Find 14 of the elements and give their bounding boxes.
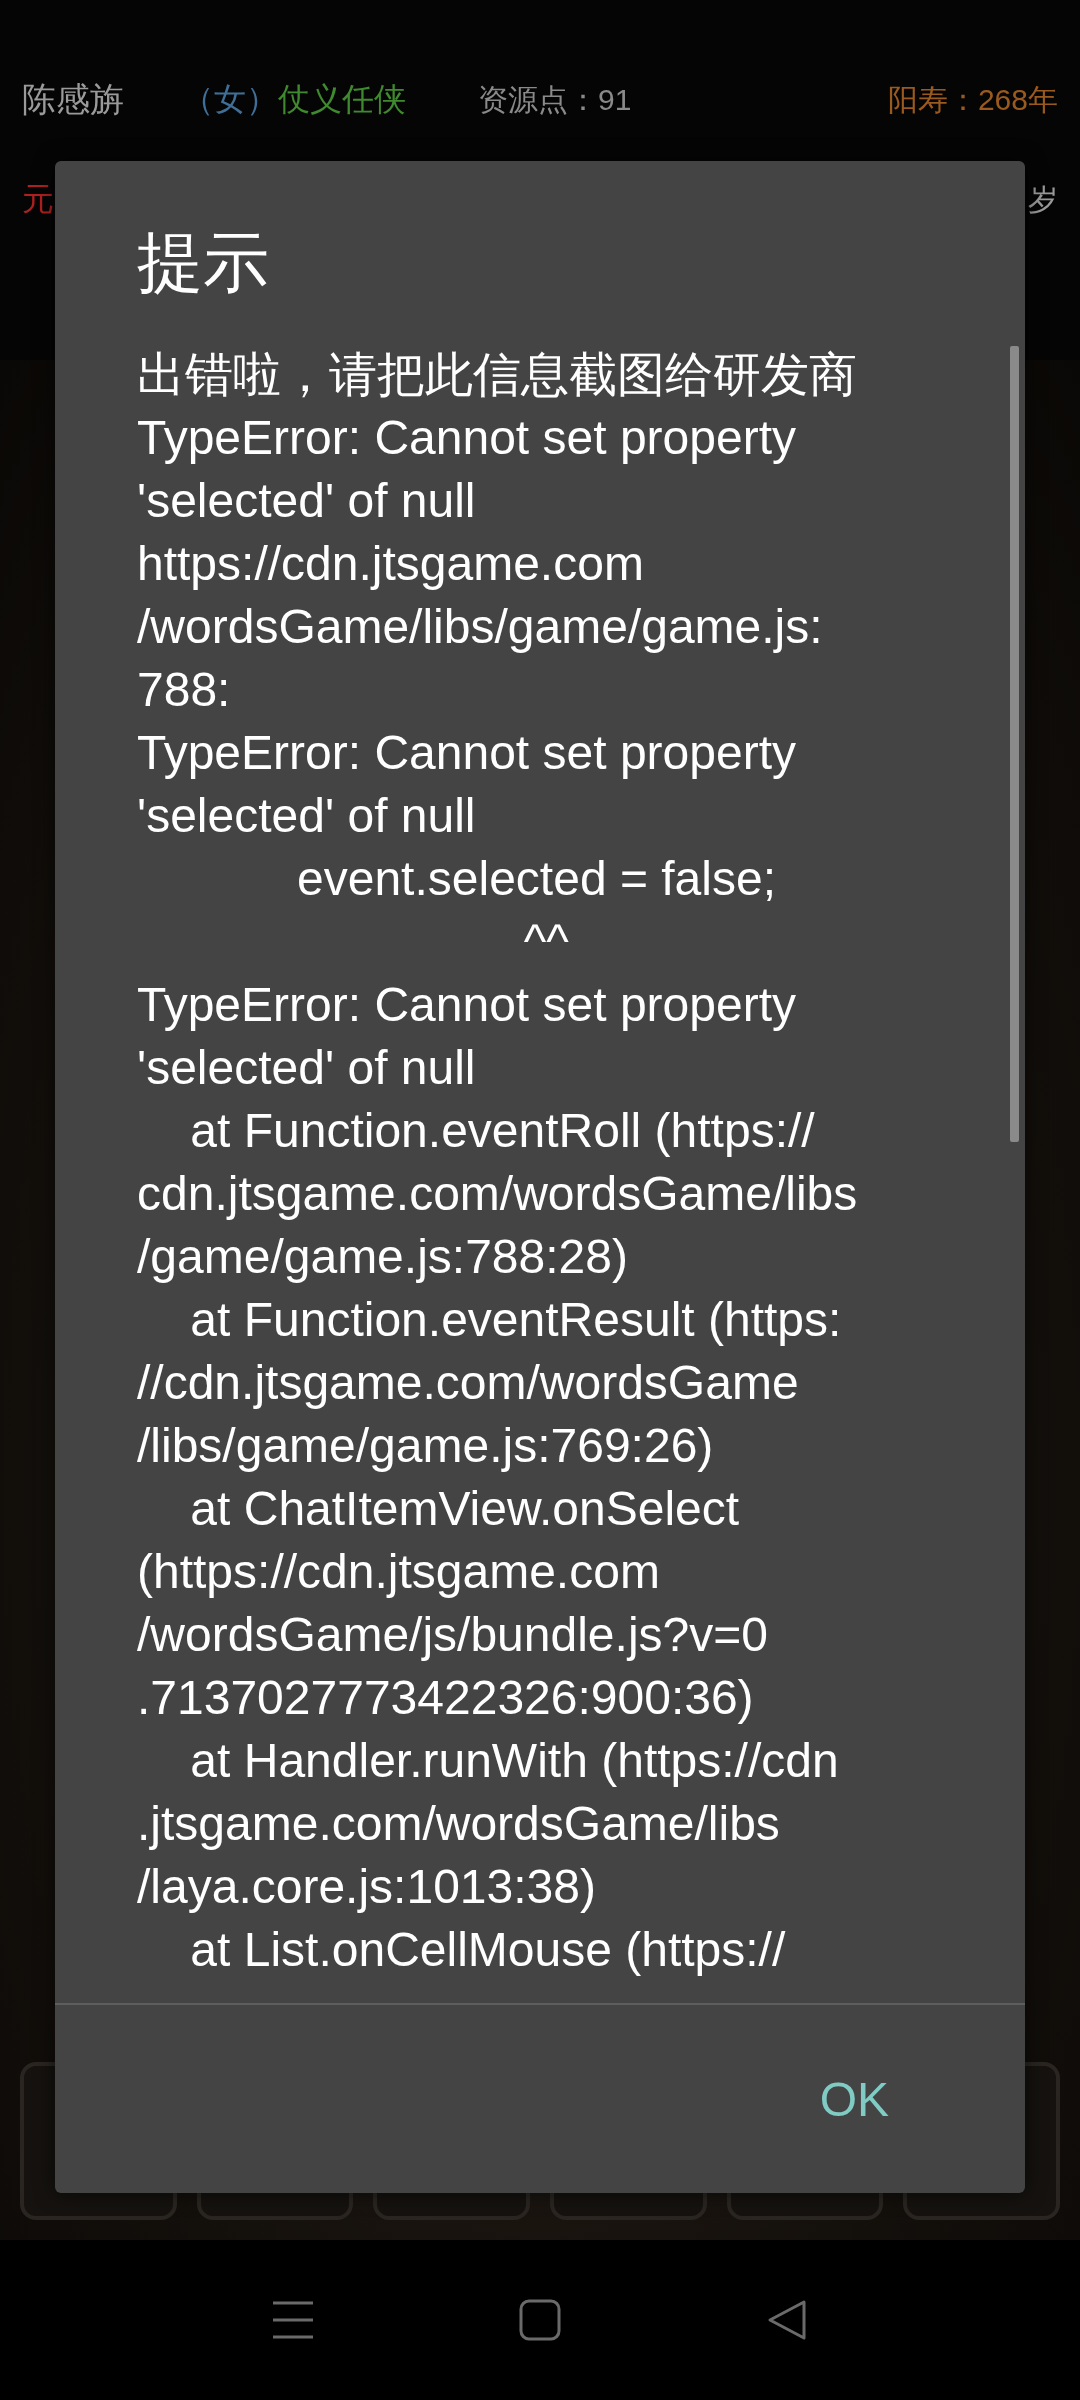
character-name: 陈感旃 [22,79,125,120]
dialog-title: 提示 [136,223,270,303]
resource-points: 资源点：91 [478,81,632,118]
back-icon[interactable] [765,2299,808,2341]
gender-label: （女） [182,80,278,119]
title-label: 仗义任侠 [278,80,407,119]
age-label: 岁 [1028,181,1058,218]
lifespan-label: 阳寿：268年 [887,81,1058,118]
error-message: 出错啦，请把此信息截图给研发商 TypeError: Cannot set property 'selected' of null https://cdn.jtsgame.com /wordsGame/libs/game/game.js: 788: TypeError: Cannot set property 'selected' of null event.selected = false; ^^ TypeError: Cannot set property 'selected' of null at Function.eventRoll (https:// cdn.jtsgame.com/wordsGame/libs /game/game.js:788:28) at Function.eventResult (https: //cdn.jtsgame.com/wordsGame /libs/game/game.js:769:26) at ChatItemView.onSelect (https://cdn.jtsgame.com /wordsGame/js/bundle.js?v=0 .7137027773422326:900:36) at Handler.runWith (https://cdn .jtsgame.com/wordsGame/libs /laya.core.js:1013:38) at List.onCellMouse (https:// [137,347,859,1978]
scrollbar[interactable] [1010,346,1019,1142]
ok-button[interactable]: OK [803,2061,905,2137]
home-icon[interactable] [519,2299,561,2341]
status-label: 元 [22,180,54,219]
menu-icon[interactable] [272,2300,315,2340]
